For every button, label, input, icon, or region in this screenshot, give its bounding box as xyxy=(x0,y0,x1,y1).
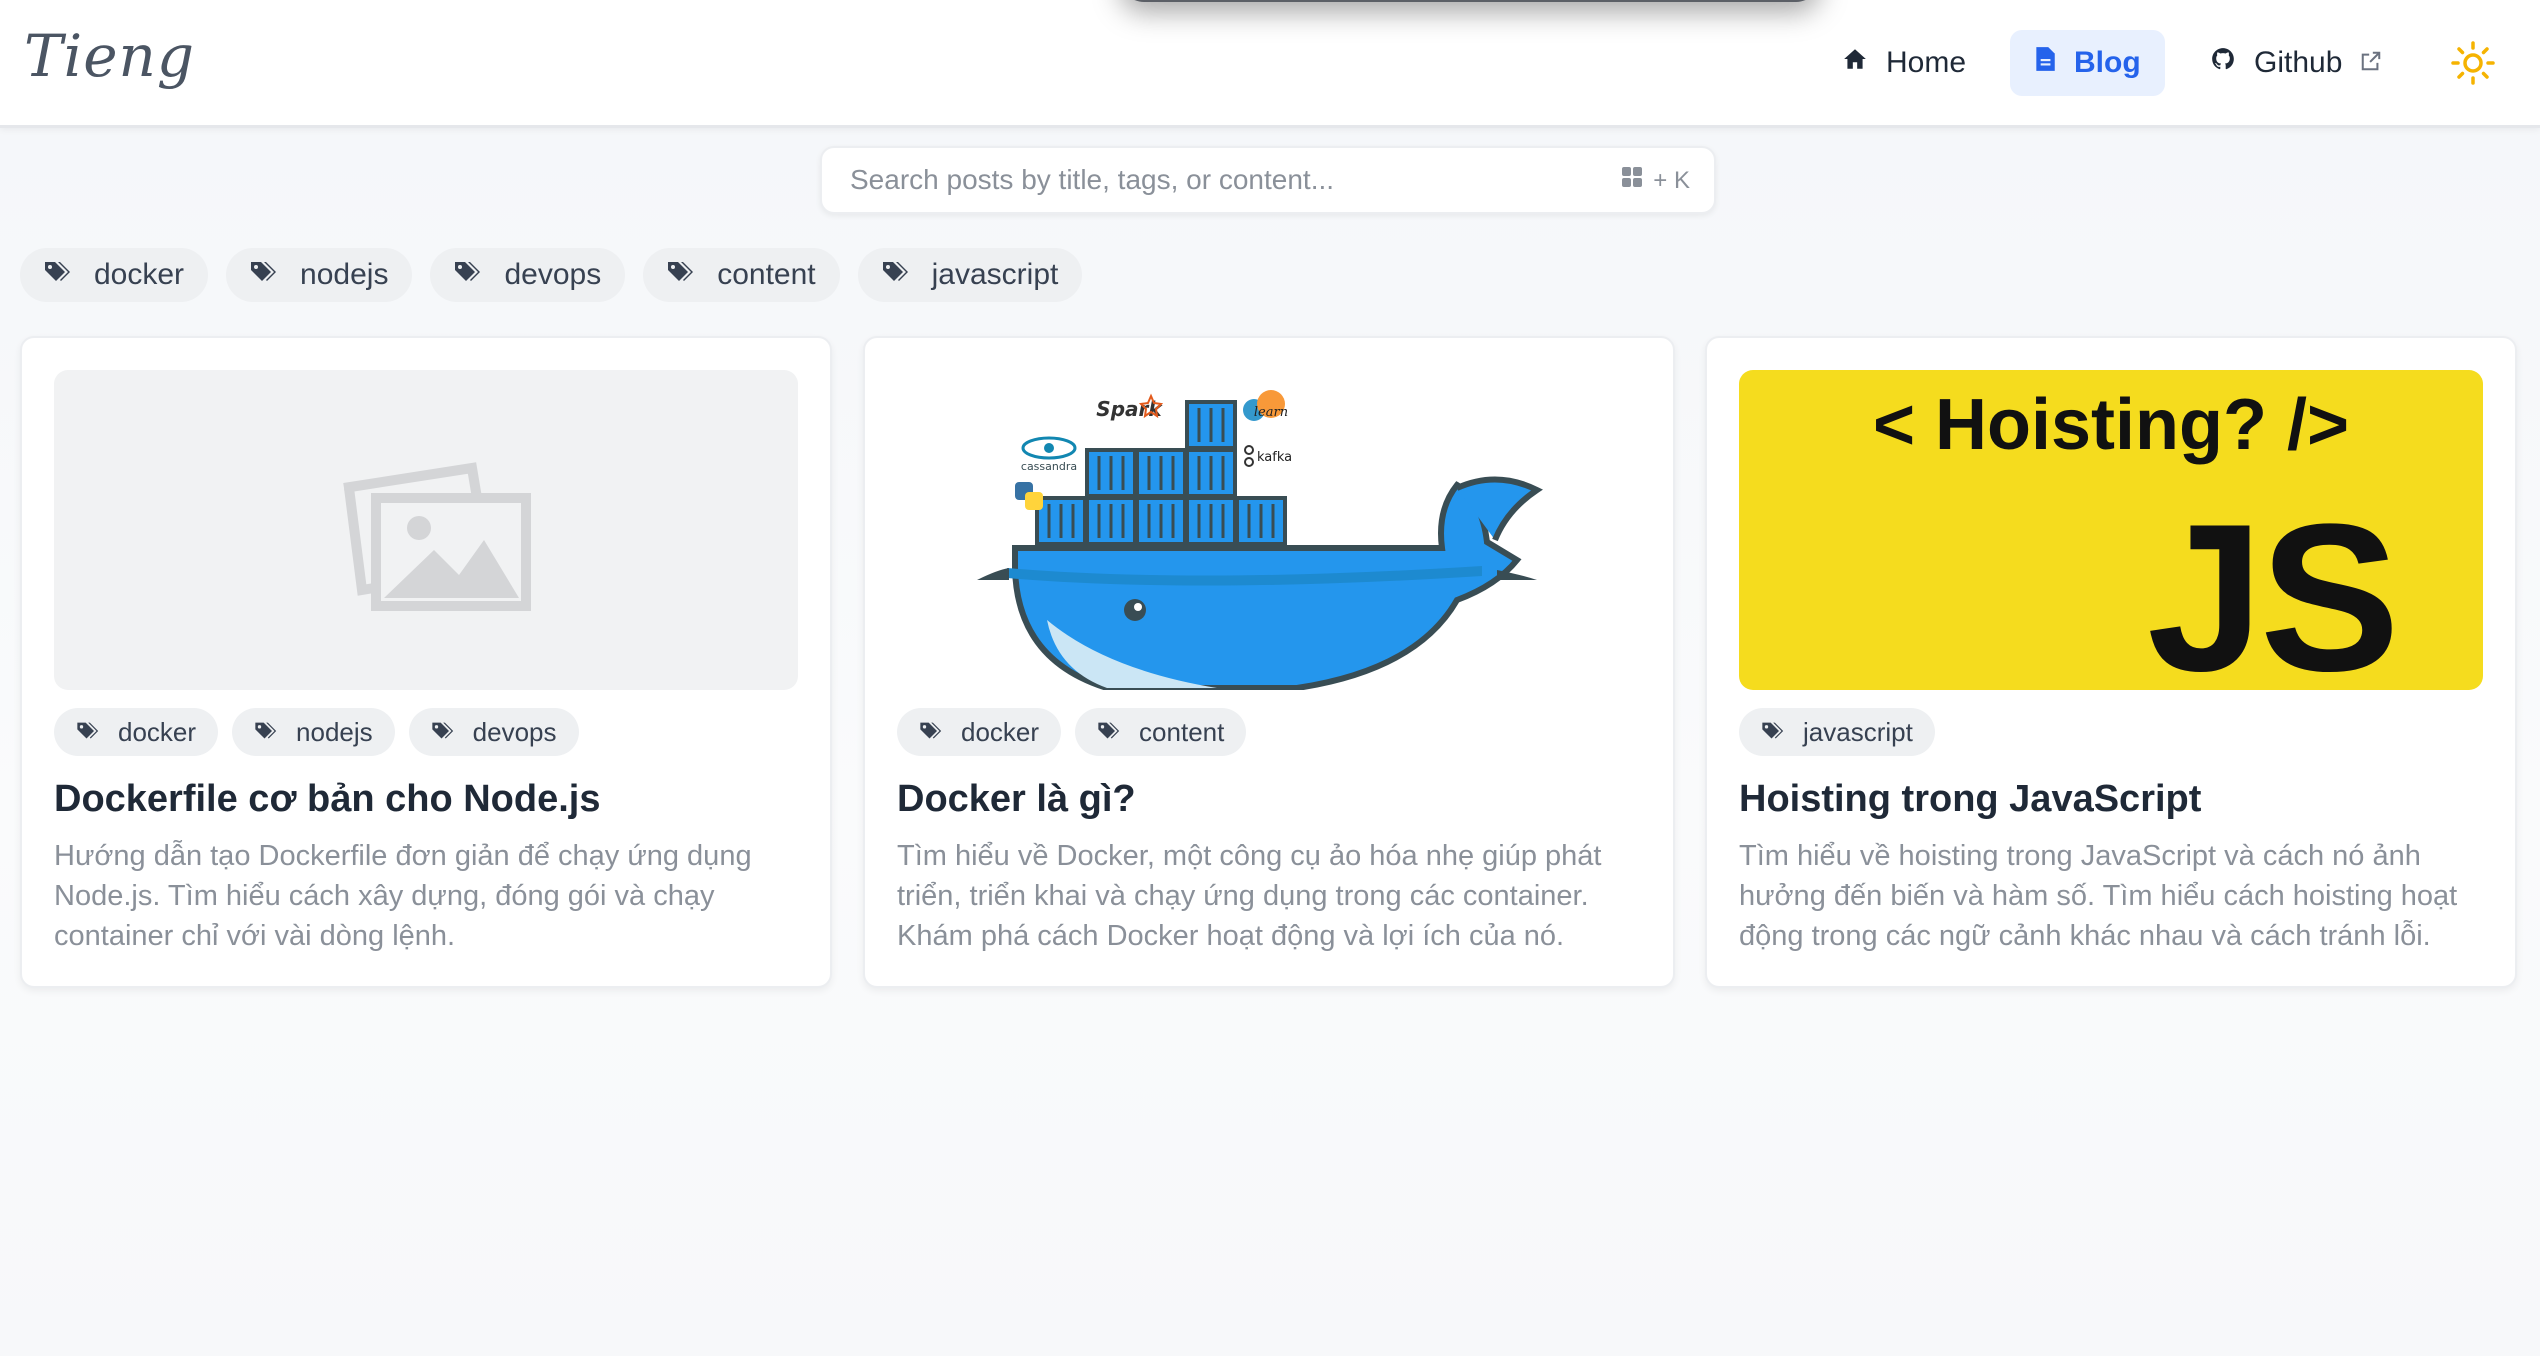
post-tag-list: docker content xyxy=(897,708,1247,756)
post-card[interactable]: docker nodejs devops Dockerfile cơ bản c… xyxy=(20,336,832,988)
tag-filter-javascript[interactable]: javascript xyxy=(857,248,1083,302)
github-icon xyxy=(2210,46,2236,80)
post-tag-label: nodejs xyxy=(296,716,373,747)
post-title[interactable]: Hoisting trong JavaScript xyxy=(1739,778,2499,821)
post-tag-label: devops xyxy=(472,716,557,747)
kafka-logo-icon xyxy=(1244,445,1254,467)
search-box: + K xyxy=(820,146,1716,214)
image-placeholder-icon xyxy=(343,462,531,611)
tags-icon xyxy=(1097,717,1123,748)
search-shortcut-hint: + K xyxy=(1621,166,1690,195)
tags-icon xyxy=(250,258,280,292)
overlay-popup-edge xyxy=(1120,0,1820,2)
tag-filter-label: devops xyxy=(504,258,602,291)
post-title[interactable]: Dockerfile cơ bản cho Node.js xyxy=(54,778,814,821)
post-tag-docker[interactable]: docker xyxy=(54,708,219,756)
post-tag-javascript[interactable]: javascript xyxy=(1739,708,1935,756)
tags-icon xyxy=(44,258,74,292)
nav-github-link[interactable]: Github xyxy=(2186,30,2406,96)
python-logo-icon xyxy=(1015,482,1043,510)
post-tag-label: docker xyxy=(118,716,197,747)
nav-bar-github: Github xyxy=(2186,30,2406,96)
nav-github-label: Github xyxy=(2254,46,2343,79)
tag-filter-list: docker nodejs devops content javascript xyxy=(20,248,1083,302)
home-icon xyxy=(1842,46,1868,80)
post-excerpt: Tìm hiểu về Docker, một công cụ ảo hóa n… xyxy=(897,840,1602,952)
post-thumbnail xyxy=(54,370,798,690)
post-thumbnail: cassandra Spark learn kafka xyxy=(897,370,1641,690)
tag-filter-content[interactable]: content xyxy=(643,248,840,302)
tag-filter-label: content xyxy=(717,258,816,291)
post-card[interactable]: cassandra Spark learn kafka docker conte… xyxy=(863,336,1675,988)
thumb-label-cassandra: cassandra xyxy=(1021,460,1077,473)
tags-icon xyxy=(919,717,945,748)
tags-icon xyxy=(254,717,280,748)
post-tag-label: content xyxy=(1139,716,1225,747)
docker-whale-illustration: cassandra Spark learn kafka xyxy=(977,390,1543,690)
post-excerpt: Tìm hiểu về hoisting trong JavaScript và… xyxy=(1739,840,2458,952)
post-title[interactable]: Docker là gì? xyxy=(897,778,1657,821)
sun-icon[interactable] xyxy=(2450,40,2496,86)
nav-bar-blog: Blog xyxy=(2010,30,2165,96)
post-tag-list: docker nodejs devops xyxy=(54,708,579,756)
cassandra-logo-icon xyxy=(1021,436,1077,460)
post-tag-docker[interactable]: docker xyxy=(897,708,1062,756)
post-tag-devops[interactable]: devops xyxy=(408,708,579,756)
thumb-label-learn: learn xyxy=(1254,405,1288,420)
nav-home-link[interactable]: Home xyxy=(1818,30,1990,96)
tags-icon xyxy=(667,258,697,292)
search-input[interactable] xyxy=(850,148,1570,212)
tag-filter-docker[interactable]: docker xyxy=(20,248,209,302)
thumbnail-heading: < Hoisting? /> xyxy=(1872,385,2350,465)
nav-home-label: Home xyxy=(1886,46,1967,79)
post-tag-content[interactable]: content xyxy=(1075,708,1247,756)
nav-blog-label: Blog xyxy=(2074,46,2141,79)
tags-icon xyxy=(431,717,457,748)
tag-filter-devops[interactable]: devops xyxy=(430,248,626,302)
post-tag-list: javascript xyxy=(1739,708,1935,756)
post-tag-label: docker xyxy=(961,716,1040,747)
js-logo-text: JS xyxy=(2147,480,2400,691)
post-thumbnail: < Hoisting? /> JS xyxy=(1739,370,2483,690)
tags-icon xyxy=(454,258,484,292)
thumb-label-kafka: kafka xyxy=(1257,450,1292,465)
tags-icon xyxy=(76,717,102,748)
tags-icon xyxy=(882,258,912,292)
command-icon xyxy=(1621,166,1643,195)
post-excerpt: Hướng dẫn tạo Dockerfile đơn giản để chạ… xyxy=(54,840,752,952)
tag-filter-nodejs[interactable]: nodejs xyxy=(226,248,413,302)
tag-filter-label: nodejs xyxy=(300,258,389,291)
post-card[interactable]: < Hoisting? /> JS javascript Hoisting tr… xyxy=(1705,336,2517,988)
site-logo[interactable]: Tieng xyxy=(24,22,195,90)
shortcut-key: + K xyxy=(1653,166,1690,194)
tags-icon xyxy=(1761,717,1787,748)
nav-blog-link[interactable]: Blog xyxy=(2010,30,2165,96)
nav-bar-home: Home xyxy=(1818,30,1990,96)
post-tag-nodejs[interactable]: nodejs xyxy=(232,708,395,756)
post-tag-label: javascript xyxy=(1803,716,1913,747)
external-link-icon xyxy=(2360,46,2382,80)
tag-filter-label: javascript xyxy=(931,258,1059,291)
tag-filter-label: docker xyxy=(94,258,185,291)
document-icon xyxy=(2034,46,2056,80)
